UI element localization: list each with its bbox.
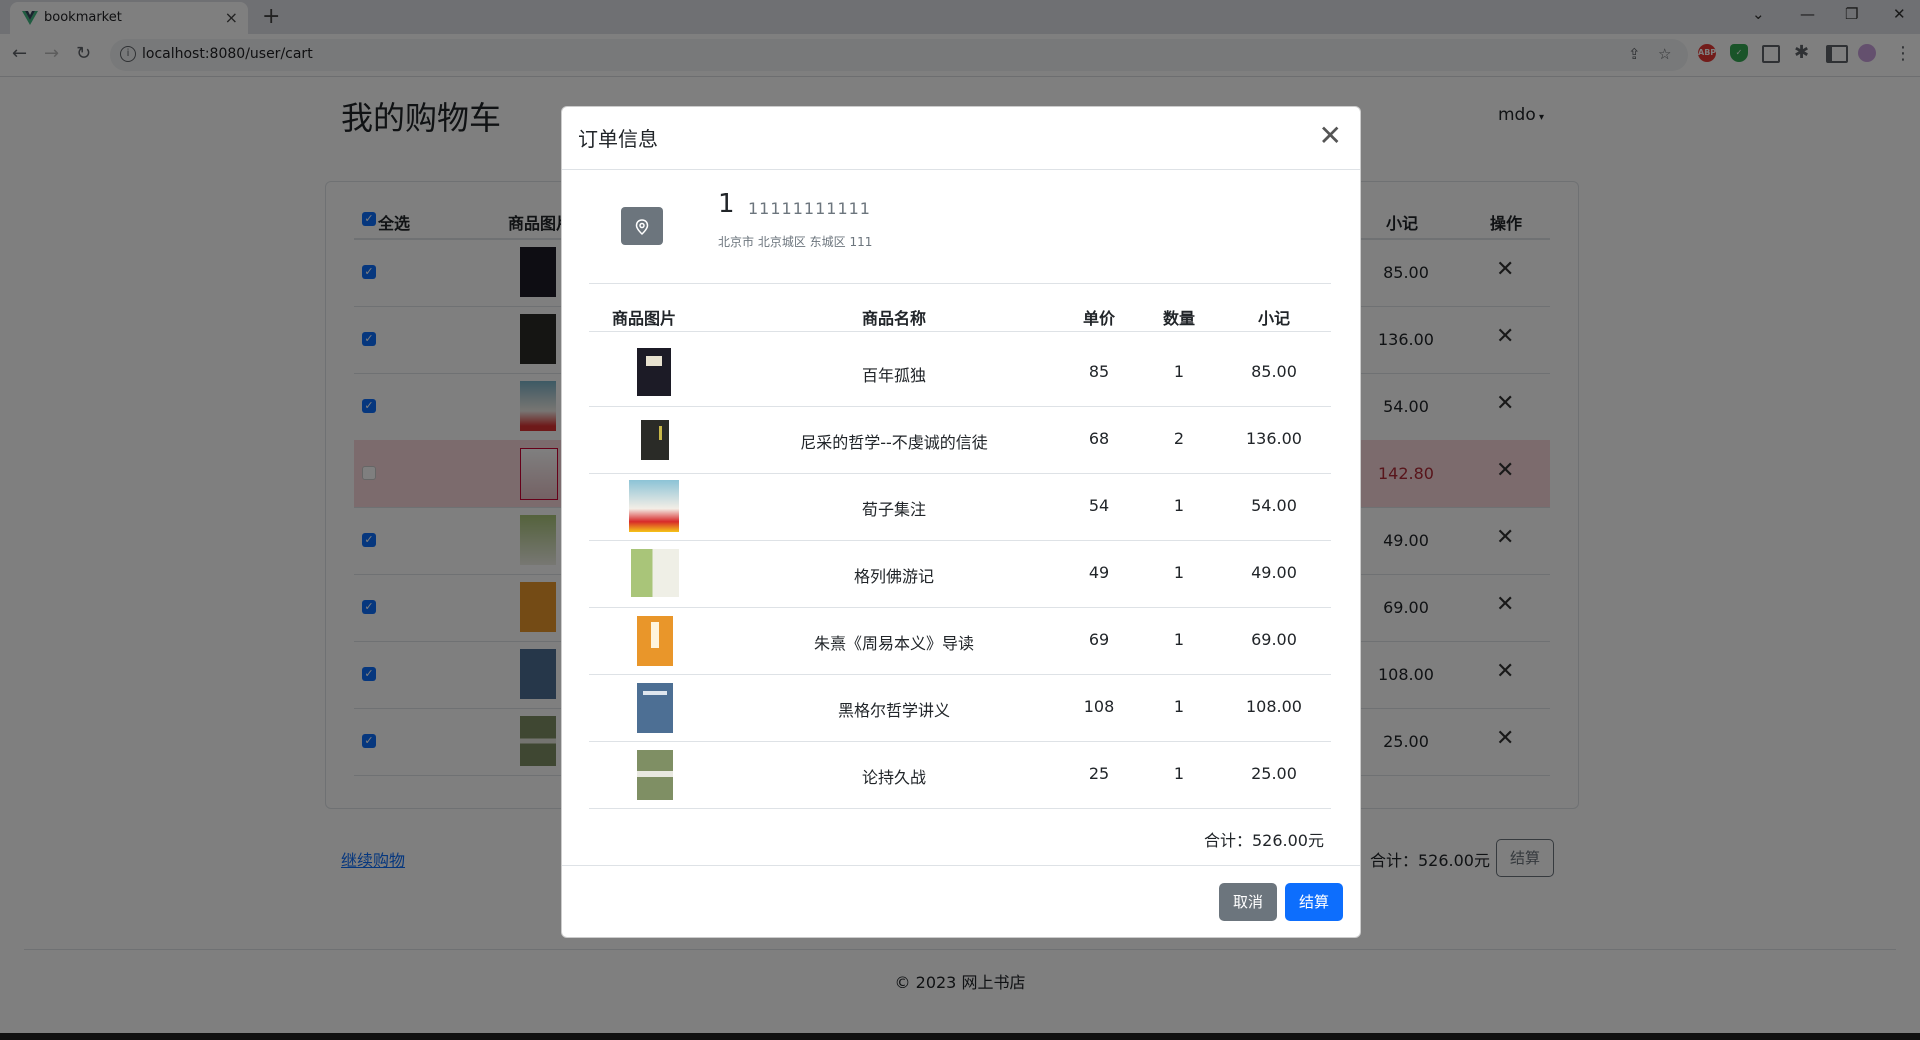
item-name: 论持久战 — [861, 768, 926, 787]
book-thumbnail — [637, 683, 673, 733]
cancel-button[interactable]: 取消 — [1219, 883, 1277, 921]
item-subtotal: 108.00 — [1246, 697, 1302, 716]
mth-name: 商品名称 — [861, 309, 926, 328]
item-subtotal: 25.00 — [1251, 764, 1297, 783]
book-thumbnail — [637, 616, 673, 666]
item-qty: 1 — [1173, 764, 1185, 783]
item-name: 尼采的哲学--不虔诚的信徒 — [800, 433, 988, 452]
book-thumbnail — [641, 420, 669, 460]
order-table-header: 商品图片 商品名称 单价 数量 小记 — [589, 299, 1331, 332]
item-price: 25 — [1088, 764, 1110, 783]
order-row: 百年孤独 85 1 85.00 — [589, 340, 1331, 407]
modal-header: 订单信息 ✕ — [562, 107, 1360, 170]
order-row: 黑格尔哲学讲义 108 1 108.00 — [589, 675, 1331, 742]
mth-subtotal: 小记 — [1257, 309, 1290, 328]
location-pin-icon — [621, 207, 663, 245]
item-name: 荀子集注 — [861, 500, 926, 519]
item-qty: 1 — [1173, 630, 1185, 649]
item-name: 格列佛游记 — [853, 567, 934, 586]
book-thumbnail — [637, 750, 673, 800]
order-info-modal: 订单信息 ✕ 1 11111111111 北京市 北京城区 东城区 111 商品… — [561, 106, 1361, 938]
item-subtotal: 54.00 — [1251, 496, 1297, 515]
item-qty: 1 — [1173, 697, 1185, 716]
mth-qty: 数量 — [1162, 309, 1195, 328]
item-subtotal: 136.00 — [1246, 429, 1302, 448]
recipient-address: 北京市 北京城区 东城区 111 — [718, 235, 873, 249]
item-name: 百年孤独 — [861, 366, 926, 385]
item-subtotal: 69.00 — [1251, 630, 1297, 649]
mth-image: 商品图片 — [611, 309, 676, 328]
item-qty: 1 — [1173, 362, 1185, 381]
item-subtotal: 85.00 — [1251, 362, 1297, 381]
order-row: 格列佛游记 49 1 49.00 — [589, 541, 1331, 608]
item-price: 54 — [1088, 496, 1110, 515]
close-icon[interactable]: ✕ — [1319, 119, 1342, 152]
book-thumbnail — [637, 348, 671, 396]
order-total: 合计：526.00元 — [1204, 831, 1324, 850]
book-thumbnail — [631, 549, 679, 597]
order-row: 尼采的哲学--不虔诚的信徒 68 2 136.00 — [589, 407, 1331, 474]
item-subtotal: 49.00 — [1251, 563, 1297, 582]
order-row: 朱熹《周易本义》导读 69 1 69.00 — [589, 608, 1331, 675]
mth-price: 单价 — [1082, 309, 1115, 328]
item-name: 朱熹《周易本义》导读 — [813, 634, 974, 653]
item-price: 85 — [1088, 362, 1110, 381]
item-qty: 2 — [1173, 429, 1185, 448]
item-price: 108 — [1083, 697, 1115, 716]
book-thumbnail — [629, 480, 679, 532]
address-divider — [589, 283, 1331, 284]
item-price: 69 — [1088, 630, 1110, 649]
checkout-button[interactable]: 结算 — [1285, 883, 1343, 921]
item-name: 黑格尔哲学讲义 — [837, 701, 950, 720]
modal-title: 订单信息 — [578, 127, 658, 151]
recipient-name: 1 — [718, 189, 735, 219]
item-price: 49 — [1088, 563, 1110, 582]
recipient-phone: 11111111111 — [748, 199, 871, 218]
item-price: 68 — [1088, 429, 1110, 448]
item-qty: 1 — [1173, 496, 1185, 515]
order-row: 荀子集注 54 1 54.00 — [589, 474, 1331, 541]
item-qty: 1 — [1173, 563, 1185, 582]
modal-footer: 取消 结算 — [562, 865, 1360, 938]
order-row: 论持久战 25 1 25.00 — [589, 742, 1331, 809]
